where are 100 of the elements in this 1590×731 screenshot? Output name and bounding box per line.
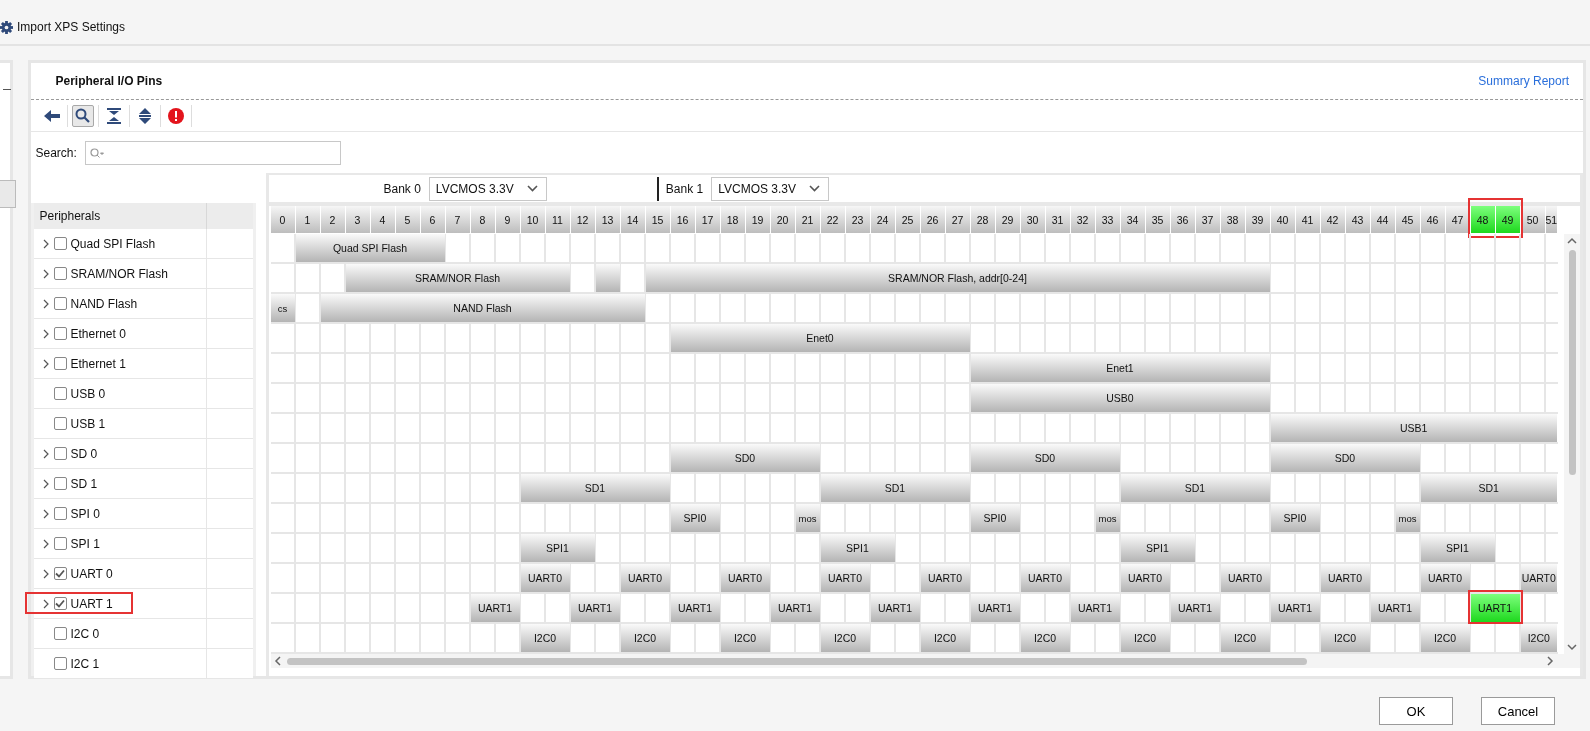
scrollbar-thumb[interactable] — [1569, 250, 1576, 475]
pin-assignment-bar[interactable]: UART1 — [670, 594, 720, 622]
pin-assignment-bar[interactable]: I2C0 — [520, 624, 570, 652]
pin-assignment-bar[interactable]: SPI1 — [520, 534, 595, 562]
chevron-right-icon[interactable] — [41, 448, 50, 459]
pin-assignment-bar[interactable]: SPI0 — [970, 504, 1020, 532]
pin-assignment-bar[interactable]: mos — [1395, 504, 1420, 532]
pin-assignment-bar[interactable]: SPI1 — [820, 534, 895, 562]
pin-assignment-bar[interactable]: UART1 — [1370, 594, 1420, 622]
io-standard-dropdown[interactable]: LVCMOS 3.3V — [428, 176, 547, 201]
scroll-down-icon[interactable] — [1567, 644, 1577, 651]
pin-assignment-bar[interactable]: I2C0 — [1120, 624, 1170, 652]
chevron-right-icon[interactable] — [41, 478, 50, 489]
checkbox[interactable] — [53, 357, 67, 370]
checkbox[interactable] — [53, 327, 67, 340]
pin-assignment-bar[interactable]: UART1 — [1270, 594, 1320, 622]
summary-report-link[interactable]: Summary Report — [1478, 74, 1569, 88]
pin-assignment-bar[interactable]: SPI1 — [1420, 534, 1495, 562]
chevron-right-icon[interactable] — [41, 238, 50, 249]
pin-assignment-bar[interactable]: Enet1 — [970, 354, 1270, 382]
pin-assignment-bar[interactable]: UART0 — [520, 564, 570, 592]
io-standard-dropdown[interactable]: LVCMOS 3.3V — [711, 176, 830, 201]
checkbox[interactable] — [53, 657, 67, 670]
pin-assignment-bar[interactable]: Quad SPI Flash — [295, 234, 445, 262]
pin-assignment-bar[interactable]: UART0 — [620, 564, 670, 592]
scroll-left-icon[interactable] — [273, 656, 281, 666]
chevron-right-icon[interactable] — [41, 268, 50, 279]
toolbar-button[interactable] — [71, 104, 94, 127]
chevron-right-icon[interactable] — [41, 568, 50, 579]
pin-assignment-bar[interactable]: UART0 — [1120, 564, 1170, 592]
pin-assignment-bar[interactable]: UART1 — [1470, 594, 1520, 622]
pin-assignment-bar[interactable]: UART0 — [720, 564, 770, 592]
checkbox[interactable] — [53, 597, 67, 610]
pin-assignment-bar[interactable]: I2C0 — [1520, 624, 1557, 652]
pin-assignment-bar[interactable]: UART0 — [1320, 564, 1370, 592]
chevron-right-icon[interactable] — [41, 328, 50, 339]
pin-assignment-bar[interactable]: I2C0 — [820, 624, 870, 652]
pin-assignment-bar[interactable]: cs — [270, 294, 295, 322]
pin-assignment-bar[interactable]: NAND Flash — [320, 294, 645, 322]
pin-assignment-bar[interactable]: UART1 — [970, 594, 1020, 622]
pin-assignment-bar[interactable]: UART1 — [870, 594, 920, 622]
checkbox[interactable] — [53, 417, 67, 430]
pin-assignment-bar[interactable]: I2C0 — [620, 624, 670, 652]
pin-assignment-bar[interactable]: mos — [1095, 504, 1120, 532]
checkbox[interactable] — [53, 507, 67, 520]
chevron-right-icon[interactable] — [41, 358, 50, 369]
pin-assignment-bar[interactable]: UART1 — [770, 594, 820, 622]
pin-assignment-bar[interactable]: SD0 — [670, 444, 820, 472]
chevron-right-icon[interactable] — [41, 598, 50, 609]
pin-assignment-bar[interactable]: SPI0 — [1270, 504, 1320, 532]
dialog-button[interactable]: Cancel — [1481, 697, 1555, 725]
chevron-right-icon[interactable] — [41, 508, 50, 519]
pin-assignment-bar[interactable]: UART1 — [570, 594, 620, 622]
search-field[interactable] — [84, 140, 341, 165]
scrollbar-thumb[interactable] — [286, 658, 1307, 665]
checkbox[interactable] — [53, 297, 67, 310]
checkbox[interactable] — [53, 387, 67, 400]
pin-assignment-bar[interactable]: SD1 — [820, 474, 970, 502]
pin-assignment-bar[interactable]: Enet0 — [670, 324, 970, 352]
pin-assignment-bar[interactable]: I2C0 — [920, 624, 970, 652]
checkbox[interactable] — [53, 267, 67, 280]
pin-assignment-bar[interactable]: UART1 — [1170, 594, 1220, 622]
pin-assignment-bar[interactable]: UART1 — [470, 594, 520, 622]
checkbox[interactable] — [53, 447, 67, 460]
pin-assignment-bar[interactable]: SPI1 — [1120, 534, 1195, 562]
pin-assignment-bar[interactable]: USB1 — [1270, 414, 1557, 442]
horizontal-scrollbar[interactable] — [270, 654, 1580, 668]
pin-assignment-bar[interactable]: mos — [795, 504, 820, 532]
pin-assignment-bar[interactable]: I2C0 — [1320, 624, 1370, 652]
pin-assignment-bar[interactable]: SPI0 — [670, 504, 720, 532]
vertical-scrollbar[interactable] — [1564, 234, 1580, 654]
checkbox[interactable] — [53, 627, 67, 640]
pin-assignment-bar[interactable]: UART0 — [920, 564, 970, 592]
checkbox[interactable] — [53, 237, 67, 250]
pin-assignment-bar[interactable]: UART0 — [1220, 564, 1270, 592]
pin-assignment-bar[interactable]: UART0 — [1520, 564, 1557, 592]
pin-assignment-bar[interactable]: I2C0 — [1020, 624, 1070, 652]
pin-assignment-bar[interactable]: SD0 — [970, 444, 1120, 472]
pin-assignment-bar[interactable]: UART0 — [1020, 564, 1070, 592]
checkbox[interactable] — [53, 477, 67, 490]
pin-assignment-bar[interactable]: SRAM/NOR Flash, addr[0-24] — [645, 264, 1270, 292]
pin-assignment-bar[interactable]: SD1 — [1120, 474, 1270, 502]
chevron-right-icon[interactable] — [41, 298, 50, 309]
checkbox[interactable] — [53, 567, 67, 580]
pin-assignment-bar[interactable]: USB0 — [970, 384, 1270, 412]
pin-assignment-bar[interactable]: SD1 — [1420, 474, 1557, 502]
pin-assignment-bar[interactable]: SD1 — [520, 474, 670, 502]
pin-assignment-bar[interactable]: UART0 — [1420, 564, 1470, 592]
pin-assignment-bar[interactable]: I2C0 — [1420, 624, 1470, 652]
pin-assignment-bar[interactable]: I2C0 — [720, 624, 770, 652]
pin-assignment-bar[interactable]: UART1 — [1070, 594, 1120, 622]
scroll-right-icon[interactable] — [1547, 656, 1554, 666]
chevron-right-icon[interactable] — [41, 538, 50, 549]
checkbox[interactable] — [53, 537, 67, 550]
pin-assignment-bar[interactable]: SD0 — [1270, 444, 1420, 472]
scroll-up-icon[interactable] — [1567, 237, 1577, 244]
pin-assignment-bar[interactable]: UART0 — [820, 564, 870, 592]
pin-assignment-bar[interactable]: I2C0 — [1220, 624, 1270, 652]
dialog-button[interactable]: OK — [1379, 697, 1453, 725]
pin-assignment-bar[interactable]: SRAM/NOR Flash — [345, 264, 570, 292]
